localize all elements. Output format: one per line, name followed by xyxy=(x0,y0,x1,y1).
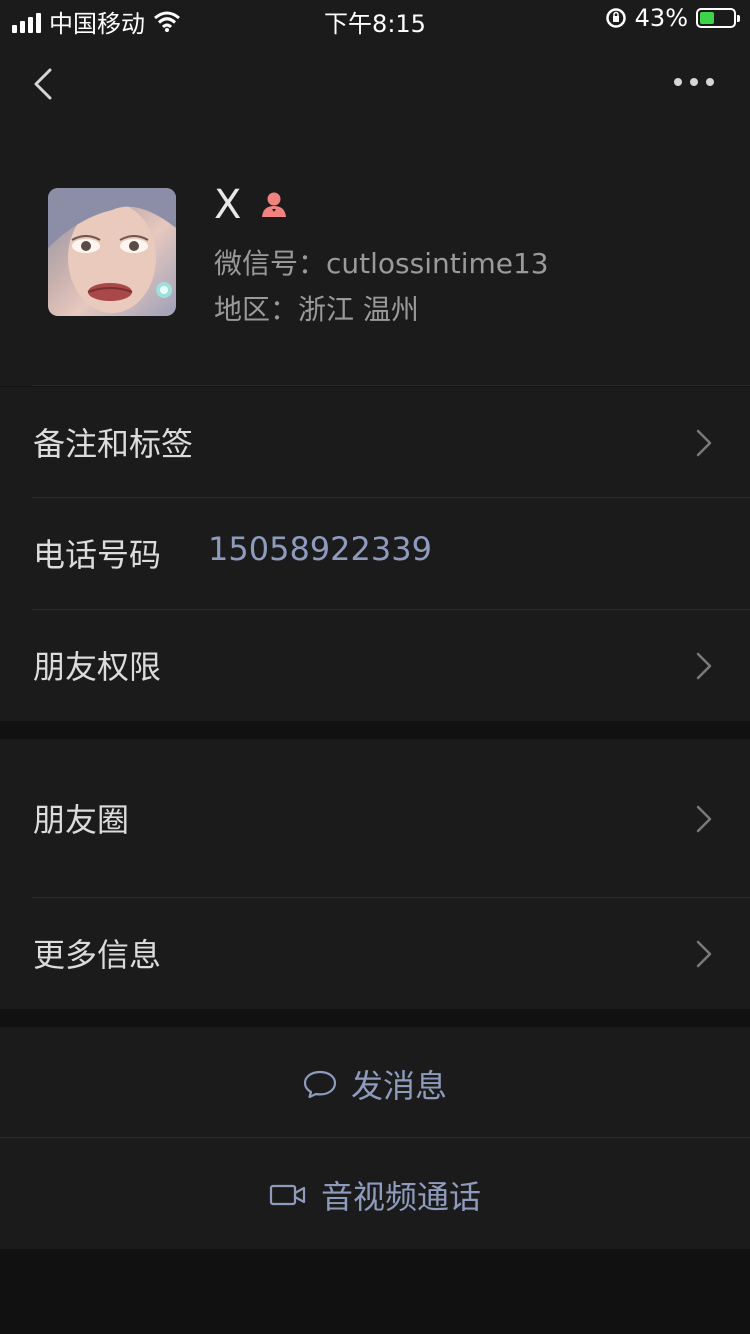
profile-header: X 微信号：cutlossintime13 地区：浙江 温州 xyxy=(0,130,750,386)
moments-group: 朋友圈 更多信息 xyxy=(0,739,750,1009)
row-label: 更多信息 xyxy=(33,936,162,974)
female-icon xyxy=(262,192,287,217)
chat-bubble-icon xyxy=(303,1070,337,1099)
row-label: 电话号码 xyxy=(33,536,162,574)
battery-percent: 43% xyxy=(634,4,688,32)
send-message-label: 发消息 xyxy=(350,1067,447,1105)
row-label: 备注和标签 xyxy=(33,425,194,463)
row-label: 朋友权限 xyxy=(33,648,162,686)
phone-number-link[interactable]: 15058922339 xyxy=(208,530,432,568)
rotation-lock-icon xyxy=(605,8,626,28)
more-options-icon[interactable] xyxy=(674,78,714,86)
back-chevron-icon[interactable] xyxy=(30,64,60,104)
battery-fill xyxy=(700,12,714,24)
nav-bar xyxy=(0,40,750,130)
info-group: 备注和标签 电话号码 15058922339 朋友权限 xyxy=(0,387,750,721)
row-moments[interactable]: 朋友圈 xyxy=(0,763,750,874)
chevron-right-icon xyxy=(696,805,712,833)
status-bar: 中国移动 下午8:15 43% xyxy=(0,0,750,40)
chevron-right-icon xyxy=(696,652,712,680)
video-call-button[interactable]: 音视频通话 xyxy=(0,1138,750,1249)
send-message-button[interactable]: 发消息 xyxy=(0,1027,750,1138)
row-permissions[interactable]: 朋友权限 xyxy=(0,610,750,721)
row-more-info[interactable]: 更多信息 xyxy=(0,898,750,1009)
chevron-right-icon xyxy=(696,429,712,457)
avatar[interactable] xyxy=(48,188,176,316)
video-camera-icon xyxy=(269,1184,306,1206)
region: 地区：浙江 温州 xyxy=(214,293,419,326)
row-phone: 电话号码 15058922339 xyxy=(0,498,750,609)
chevron-right-icon xyxy=(696,940,712,968)
wechat-id: 微信号：cutlossintime13 xyxy=(214,247,549,280)
row-notes-tags[interactable]: 备注和标签 xyxy=(0,387,750,498)
battery-icon xyxy=(696,8,740,28)
contact-name: X xyxy=(214,182,242,228)
video-call-label: 音视频通话 xyxy=(320,1178,481,1216)
divider xyxy=(32,385,750,386)
row-label: 朋友圈 xyxy=(33,801,130,839)
